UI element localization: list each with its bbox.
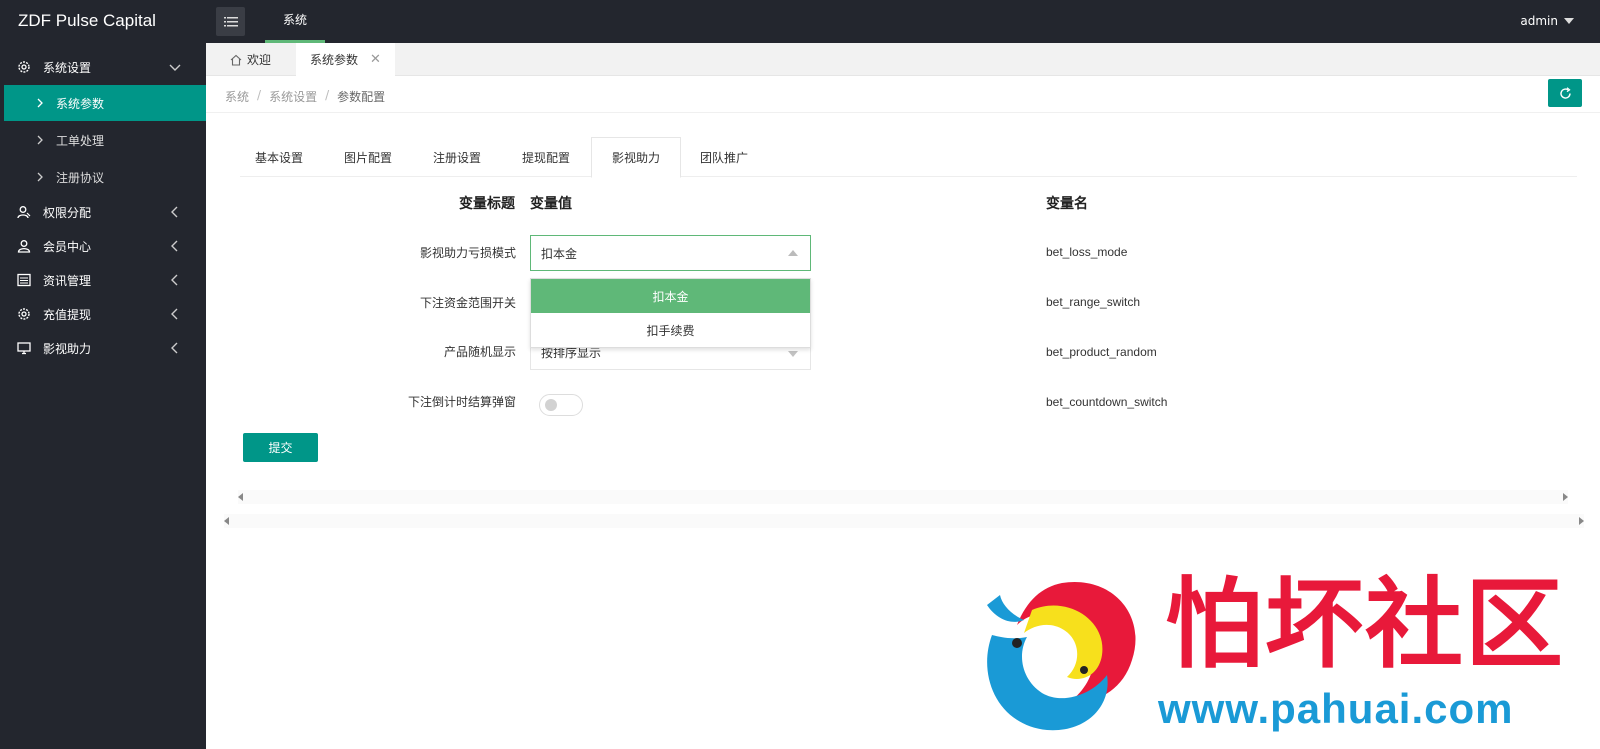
breadcrumb-item[interactable]: 系统设置 — [269, 88, 317, 105]
countdown-toggle[interactable] — [539, 394, 583, 416]
sidebar-item-label: 注册协议 — [56, 170, 105, 185]
sidebar-group-label: 充值提现 — [43, 307, 92, 322]
sidebar-group-label: 资讯管理 — [43, 273, 92, 288]
gear-icon — [18, 61, 30, 73]
caret-down-icon — [788, 351, 798, 357]
chevron-right-icon — [37, 135, 43, 145]
row-var-name: bet_range_switch — [1046, 295, 1141, 309]
caret-up-icon — [788, 250, 798, 256]
sidebar-group-label: 系统设置 — [43, 60, 92, 75]
breadcrumb-separator: / — [257, 88, 262, 102]
sidebar-item-label: 系统参数 — [56, 96, 105, 111]
sidebar: 系统设置 系统参数 工单处理 注册协议 权限分配 会员中心 资讯管理 充值提现 … — [0, 43, 206, 749]
breadcrumb-current: 参数配置 — [337, 90, 386, 104]
sidebar-item-label: 工单处理 — [56, 133, 105, 148]
tab-basic[interactable]: 基本设置 — [240, 137, 318, 177]
sidebar-group-news[interactable]: 资讯管理 — [0, 263, 206, 297]
watermark-logo — [987, 581, 1136, 731]
user-name: admin — [1520, 14, 1558, 28]
tab-team[interactable]: 团队推广 — [685, 137, 763, 177]
sidebar-group-members[interactable]: 会员中心 — [0, 229, 206, 263]
sidebar-group-label: 影视助力 — [43, 341, 92, 356]
scroll-left-icon[interactable] — [224, 517, 229, 525]
row-var-name: bet_countdown_switch — [1046, 395, 1168, 409]
sidebar-group-recharge[interactable]: 充值提现 — [0, 297, 206, 331]
sidebar-group-permissions[interactable]: 权限分配 — [0, 195, 206, 229]
header-var-value: 变量值 — [530, 196, 572, 212]
loss-mode-dropdown: 扣本金 扣手续费 — [530, 278, 811, 348]
refresh-icon — [1559, 86, 1571, 99]
gear-icon — [18, 308, 30, 320]
chevron-right-icon — [37, 98, 43, 108]
row-label: 下注倒计时结算弹窗 — [407, 395, 516, 409]
row-var-name: bet_product_random — [1046, 345, 1157, 359]
toggle-knob — [545, 399, 557, 411]
scroll-right-icon[interactable] — [1579, 517, 1584, 525]
menu-toggle-button[interactable] — [216, 7, 245, 36]
chevron-right-icon — [37, 172, 43, 182]
sidebar-item-tickets[interactable]: 工单处理 — [4, 122, 206, 158]
inner-scrollbar[interactable] — [238, 490, 1568, 504]
tab-film-boost[interactable]: 影视助力 — [591, 137, 681, 178]
header-var-name: 变量名 — [1046, 196, 1088, 212]
row-var-name: bet_loss_mode — [1046, 245, 1128, 259]
sidebar-group-system-settings[interactable]: 系统设置 — [0, 50, 206, 84]
breadcrumb-separator: / — [325, 88, 330, 102]
sidebar-group-film[interactable]: 影视助力 — [0, 331, 206, 365]
chevron-left-icon — [171, 274, 178, 286]
monitor-icon — [17, 342, 31, 355]
home-icon — [230, 54, 242, 66]
select-value: 扣本金 — [541, 246, 578, 261]
content-divider — [206, 112, 1600, 113]
list-icon — [223, 16, 238, 26]
tab-label: 欢迎 — [247, 53, 272, 67]
header-var-title: 变量标题 — [459, 196, 515, 212]
dropdown-option[interactable]: 扣本金 — [531, 279, 810, 313]
sidebar-group-label: 权限分配 — [43, 205, 92, 220]
row-label: 影视助力亏损模式 — [419, 246, 516, 260]
tab-welcome[interactable]: 欢迎 — [216, 43, 285, 76]
breadcrumb-item[interactable]: 系统 — [225, 88, 249, 105]
refresh-button[interactable] — [1548, 79, 1582, 107]
chevron-left-icon — [171, 342, 178, 354]
row-label: 下注资金范围开关 — [419, 296, 516, 310]
chevron-left-icon — [171, 308, 178, 320]
page-tabs-bar: 欢迎 系统参数 ✕ — [206, 43, 1600, 76]
tab-images[interactable]: 图片配置 — [329, 137, 407, 177]
sidebar-item-system-params[interactable]: 系统参数 — [4, 85, 206, 121]
user-icon — [17, 240, 31, 253]
top-nav-label: 系统 — [282, 13, 307, 27]
loss-mode-select[interactable]: 扣本金 — [530, 235, 811, 271]
sidebar-item-agreement[interactable]: 注册协议 — [4, 159, 206, 195]
tab-withdraw[interactable]: 提现配置 — [507, 137, 585, 177]
tab-label: 系统参数 — [310, 53, 359, 67]
caret-down-icon — [1564, 18, 1574, 24]
row-label: 产品随机显示 — [443, 345, 516, 359]
watermark-title: 怕坏社区 — [1165, 567, 1566, 682]
tab-system-params[interactable]: 系统参数 ✕ — [296, 43, 395, 76]
scroll-right-icon[interactable] — [1563, 493, 1568, 501]
chevron-down-icon — [169, 64, 181, 71]
brand-title: ZDF Pulse Capital — [18, 11, 156, 30]
outer-scrollbar[interactable] — [224, 514, 1584, 528]
submit-button[interactable]: 提交 — [243, 433, 318, 462]
chevron-left-icon — [171, 240, 178, 252]
watermark-url: www.pahuai.com — [1158, 685, 1514, 732]
user-menu[interactable]: admin — [1520, 14, 1574, 28]
top-nav-system[interactable]: 系统 — [265, 0, 325, 43]
dropdown-option[interactable]: 扣手续费 — [531, 313, 810, 347]
sidebar-group-label: 会员中心 — [43, 239, 92, 254]
users-icon — [17, 206, 31, 219]
tab-register[interactable]: 注册设置 — [418, 137, 496, 177]
scroll-left-icon[interactable] — [238, 493, 243, 501]
news-icon — [17, 273, 31, 287]
chevron-left-icon — [171, 206, 178, 218]
config-tabs: 基本设置 图片配置 注册设置 提现配置 影视助力 团队推广 — [240, 137, 1577, 178]
breadcrumb: 系统 / 系统设置 / 参数配置 — [225, 88, 385, 105]
top-bar: ZDF Pulse Capital 系统 admin — [0, 0, 1600, 43]
close-icon[interactable]: ✕ — [370, 52, 381, 67]
